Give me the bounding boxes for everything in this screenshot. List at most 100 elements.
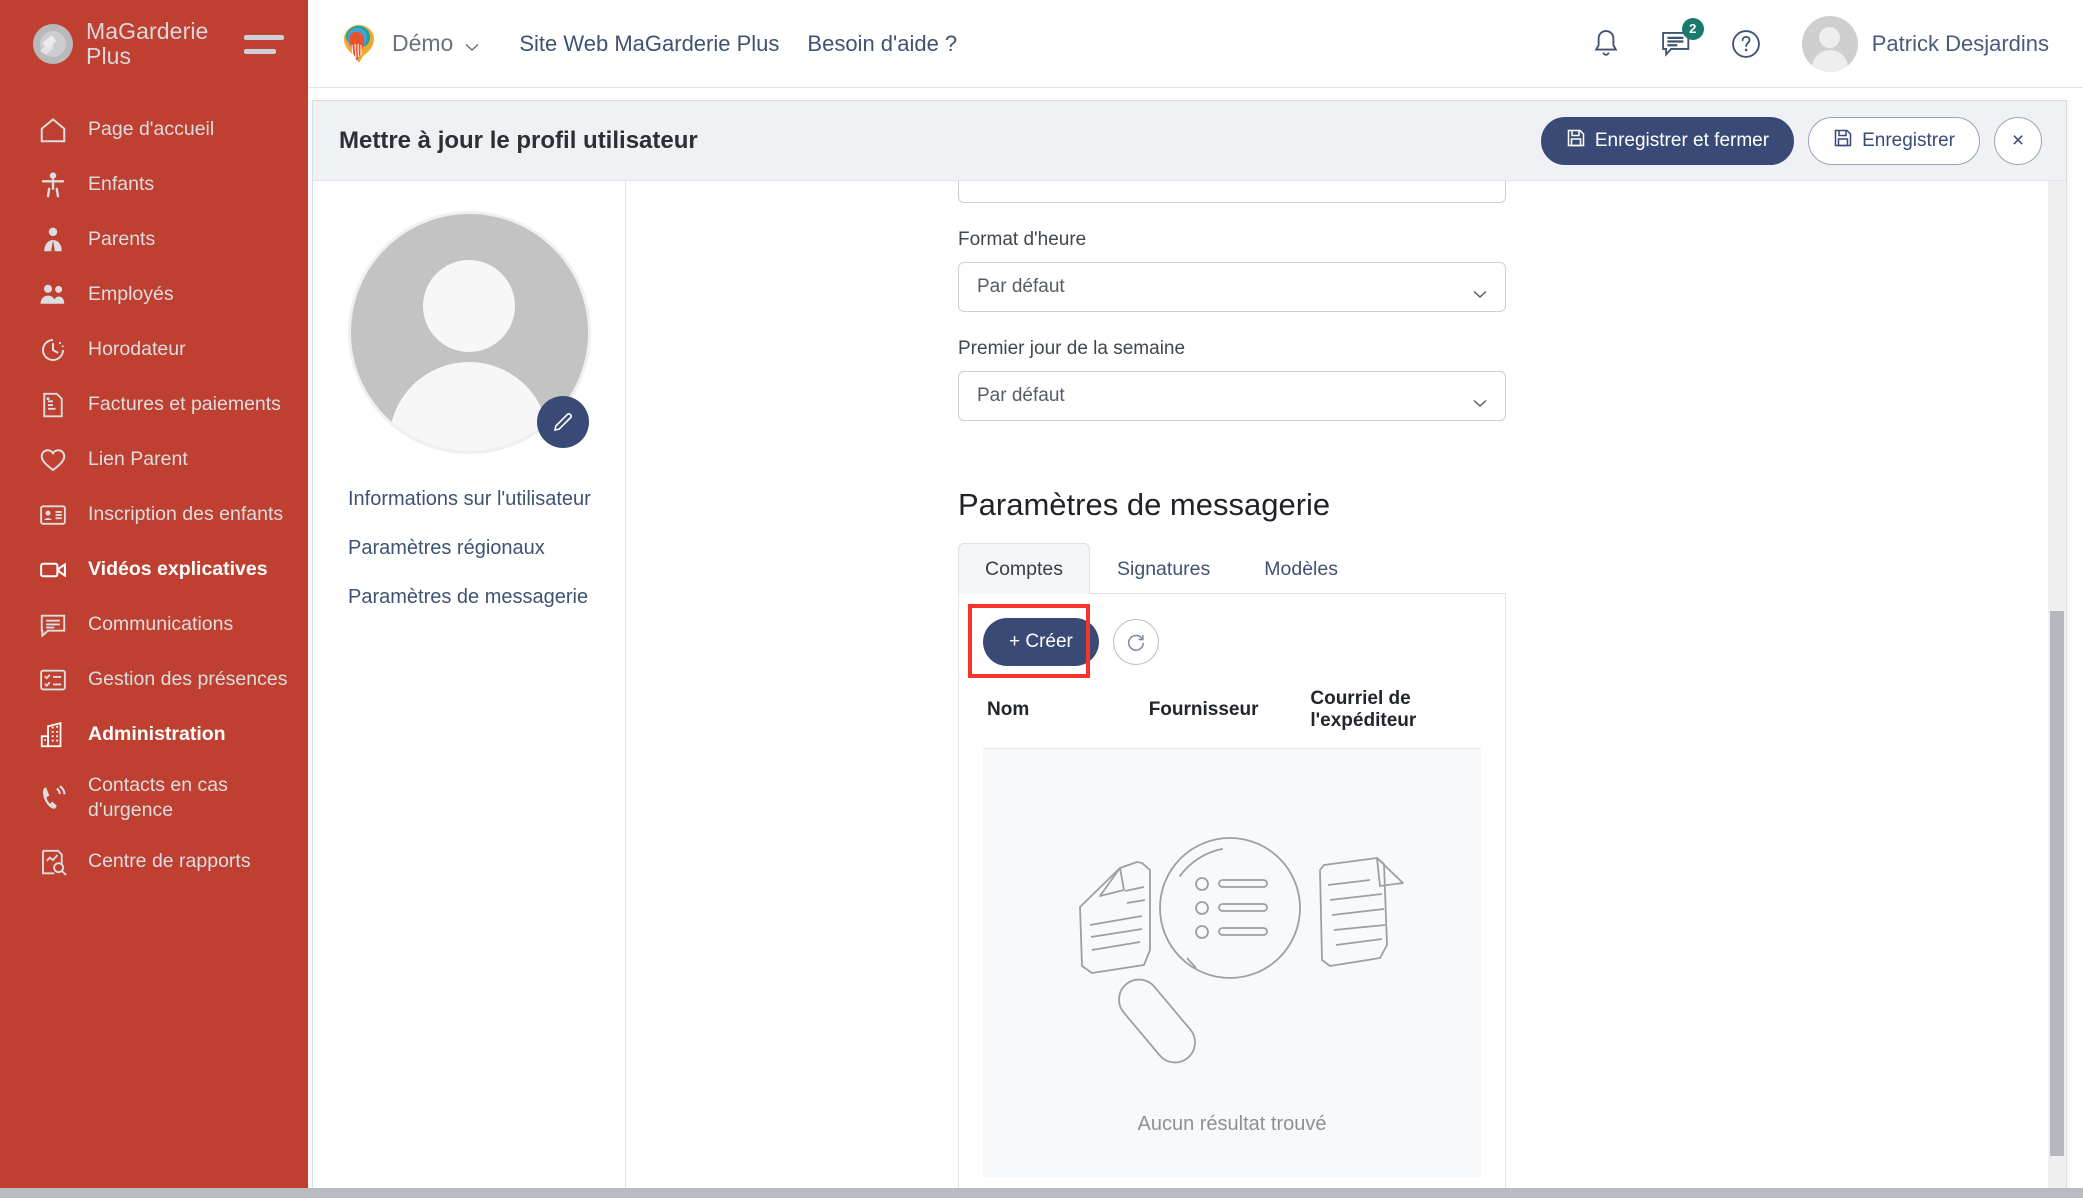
field-label: Format d'heure: [958, 229, 1506, 251]
column-header-fournisseur[interactable]: Fournisseur: [1149, 699, 1311, 721]
topbar: Démo Site Web MaGarderie Plus Besoin d'a…: [308, 0, 2083, 88]
building-icon: [36, 718, 70, 752]
empty-state: Aucun résultat trouvé: [983, 749, 1481, 1177]
sidebar-nav: Page d'accueil Enfants Parents: [0, 88, 308, 889]
user-menu[interactable]: Patrick Desjardins: [1802, 16, 2049, 72]
modal-header: Mettre à jour le profil utilisateur Enre…: [313, 101, 2066, 181]
close-icon[interactable]: ×: [1994, 117, 2042, 165]
select-value: Par défaut: [977, 385, 1065, 407]
form-scroll-region[interactable]: Format d'heure Par défaut: [626, 181, 2066, 1198]
brand-line-2: Plus: [86, 44, 234, 69]
floppy-disk-icon: [1833, 128, 1853, 154]
chat-bubble-icon[interactable]: 2: [1658, 24, 1694, 64]
messages-badge: 2: [1682, 18, 1704, 40]
clipped-field-above: [958, 181, 1506, 203]
sidebar-item-gestion-des-presences[interactable]: Gestion des présences: [0, 652, 308, 707]
id-card-icon: [36, 498, 70, 532]
sidebar-item-label: Employés: [88, 282, 174, 307]
topbar-links: Site Web MaGarderie Plus Besoin d'aide ?: [519, 31, 957, 57]
sidebar-item-label: Inscription des enfants: [88, 502, 283, 527]
window-bottom-edge: [0, 1188, 2083, 1198]
sidebar-item-lien-parent[interactable]: Lien Parent: [0, 432, 308, 487]
org-switcher[interactable]: Démo: [336, 21, 479, 67]
home-icon: [36, 113, 70, 147]
messaging-panel-comptes: + Créer: [958, 594, 1506, 1198]
topbar-link-besoin-daide[interactable]: Besoin d'aide ?: [807, 31, 957, 57]
sidebar-item-page-daccueil[interactable]: Page d'accueil: [0, 102, 308, 157]
hamburger-menu-icon[interactable]: [244, 29, 284, 59]
pencil-icon[interactable]: [537, 396, 589, 448]
heart-icon: [36, 443, 70, 477]
messaging-tabs: Comptes Signatures Modèles: [958, 543, 1506, 594]
sidebar-item-contacts-en-cas-durgence[interactable]: Contacts en cas d'urgence: [0, 762, 308, 834]
sidebar-item-inscription-des-enfants[interactable]: Inscription des enfants: [0, 487, 308, 542]
save-label: Enregistrer: [1862, 130, 1955, 152]
field-label: Premier jour de la semaine: [958, 338, 1506, 360]
tab-modeles[interactable]: Modèles: [1237, 543, 1365, 594]
tab-signatures[interactable]: Signatures: [1090, 543, 1237, 594]
sidebar-item-label: Enfants: [88, 172, 154, 197]
hands-logo-icon: [336, 21, 382, 67]
sidebar-item-label: Centre de rapports: [88, 849, 251, 874]
sidebar-item-label: Vidéos explicatives: [88, 557, 268, 582]
sidebar-item-label: Administration: [88, 722, 226, 747]
messaging-section-title: Paramètres de messagerie: [958, 487, 1506, 523]
field-format-dheure: Format d'heure Par défaut: [958, 229, 1506, 312]
sidebar-item-label: Page d'accueil: [88, 117, 214, 142]
hands-logo-icon: [30, 21, 76, 67]
magnifier-documents-icon: [1032, 790, 1432, 1095]
save-and-close-label: Enregistrer et fermer: [1595, 130, 1769, 152]
topbar-right: 2 Patrick Desjardins: [1588, 16, 2049, 72]
clipped-input[interactable]: [958, 181, 1506, 203]
column-header-nom[interactable]: Nom: [987, 699, 1149, 721]
sidebar-item-label: Factures et paiements: [88, 392, 281, 417]
chevron-down-icon: [1473, 283, 1487, 292]
sidebar-item-label: Horodateur: [88, 337, 186, 362]
sidebar-item-administration[interactable]: Administration: [0, 707, 308, 762]
topbar-link-site-web[interactable]: Site Web MaGarderie Plus: [519, 31, 779, 57]
table-header-row: Nom Fournisseur Courriel de l'expéditeur: [983, 666, 1481, 749]
chevron-down-icon: [465, 39, 479, 48]
save-button[interactable]: Enregistrer: [1808, 117, 1980, 165]
form-scrollbar-thumb[interactable]: [2050, 611, 2064, 1156]
premier-jour-select[interactable]: Par défaut: [958, 371, 1506, 421]
parent-icon: [36, 223, 70, 257]
sidebar-item-enfants[interactable]: Enfants: [0, 157, 308, 212]
sidebar-item-employes[interactable]: Employés: [0, 267, 308, 322]
profile-link-parametres-regionaux[interactable]: Paramètres régionaux: [348, 537, 625, 560]
profile-avatar-wrapper: [313, 211, 625, 454]
panel-toolbar: + Créer: [983, 618, 1481, 666]
form-scrollbar-track[interactable]: [2048, 181, 2066, 1198]
modal-body: Informations sur l'utilisateur Paramètre…: [313, 181, 2066, 1198]
sidebar: MaGarderie Plus Page d'accueil En: [0, 0, 308, 1198]
sidebar-item-communications[interactable]: Communications: [0, 597, 308, 652]
save-and-close-button[interactable]: Enregistrer et fermer: [1541, 117, 1794, 165]
update-user-profile-modal: Mettre à jour le profil utilisateur Enre…: [312, 100, 2067, 1198]
sidebar-item-horodateur[interactable]: Horodateur: [0, 322, 308, 377]
phone-ring-icon: [36, 781, 70, 815]
hamburger-bar: [244, 49, 276, 54]
refresh-icon[interactable]: [1113, 619, 1159, 665]
column-header-courriel-expediteur[interactable]: Courriel de l'expéditeur: [1310, 688, 1477, 732]
sidebar-item-videos-explicatives[interactable]: Vidéos explicatives: [0, 542, 308, 597]
tab-comptes[interactable]: Comptes: [958, 543, 1090, 594]
profile-sidebar: Informations sur l'utilisateur Paramètre…: [313, 181, 626, 1198]
avatar-body: [389, 362, 549, 454]
avatar: [1802, 16, 1858, 72]
invoice-icon: [36, 388, 70, 422]
brand-line-1: MaGarderie: [86, 19, 234, 44]
question-circle-icon[interactable]: [1728, 24, 1764, 64]
create-button[interactable]: + Créer: [983, 618, 1099, 666]
sidebar-item-label: Parents: [88, 227, 155, 252]
profile-link-parametres-de-messagerie[interactable]: Paramètres de messagerie: [348, 586, 625, 609]
profile-link-informations-utilisateur[interactable]: Informations sur l'utilisateur: [348, 488, 625, 511]
clock-icon: [36, 333, 70, 367]
bell-icon[interactable]: [1588, 24, 1624, 64]
format-dheure-select[interactable]: Par défaut: [958, 262, 1506, 312]
empty-state-text: Aucun résultat trouvé: [1138, 1113, 1327, 1136]
sidebar-item-centre-de-rapports[interactable]: Centre de rapports: [0, 834, 308, 889]
app-root: MaGarderie Plus Page d'accueil En: [0, 0, 2083, 1198]
select-value: Par défaut: [977, 276, 1065, 298]
sidebar-item-factures-et-paiements[interactable]: Factures et paiements: [0, 377, 308, 432]
sidebar-item-parents[interactable]: Parents: [0, 212, 308, 267]
